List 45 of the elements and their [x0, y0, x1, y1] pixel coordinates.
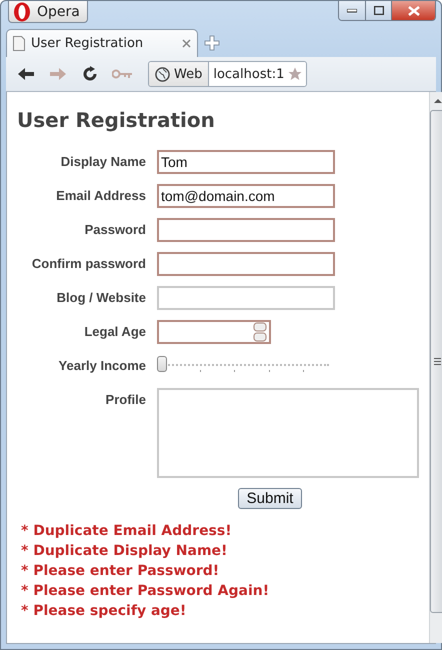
slider-thumb[interactable]	[157, 356, 167, 372]
field-label: Profile	[104, 391, 146, 409]
page-icon	[13, 36, 25, 51]
error-message: * Please enter Password!	[21, 562, 220, 581]
field-label: Password	[84, 221, 146, 239]
browser-tab[interactable]: User Registration	[6, 29, 198, 57]
input-field[interactable]	[157, 218, 335, 242]
field-label: Email Address	[55, 187, 146, 205]
new-tab-plus-icon[interactable]	[204, 35, 220, 51]
opera-menu-button[interactable]: Opera	[8, 1, 88, 23]
field-label: Yearly Income	[58, 357, 146, 375]
close-button[interactable]	[391, 1, 435, 20]
text-area[interactable]	[157, 388, 419, 478]
input-field[interactable]: Tom	[157, 150, 335, 174]
field-label: Legal Age	[83, 323, 146, 341]
error-message: * Please specify age!	[21, 602, 188, 621]
opera-logo-icon	[13, 2, 31, 22]
back-arrow-icon	[18, 68, 34, 80]
input-field[interactable]	[157, 252, 335, 276]
key-icon	[112, 69, 132, 79]
close-icon	[408, 6, 420, 16]
page-title: User Registration	[17, 108, 216, 132]
minimize-button[interactable]	[339, 1, 365, 20]
forward-arrow-icon	[50, 68, 66, 80]
field-label: Confirm password	[30, 255, 146, 273]
error-message: * Duplicate Display Name!	[21, 542, 228, 561]
input-field[interactable]	[157, 286, 335, 310]
field-label: Display Name	[60, 153, 146, 171]
error-message: * Duplicate Email Address!	[21, 522, 233, 541]
maximize-button[interactable]	[365, 1, 391, 20]
submit-button[interactable]: Submit	[238, 488, 302, 509]
field-label: Blog / Website	[56, 289, 146, 307]
scrollbar[interactable]	[429, 92, 442, 643]
scroll-up-icon[interactable]	[434, 98, 442, 104]
number-field[interactable]	[157, 320, 271, 344]
error-message: * Please enter Password Again!	[21, 582, 270, 601]
reload-icon	[82, 66, 98, 82]
spinner-arrows-icon[interactable]	[253, 322, 267, 342]
maximize-icon	[374, 6, 384, 15]
grip-icon	[434, 358, 441, 365]
scroll-thumb[interactable]	[430, 110, 442, 613]
close-icon[interactable]	[182, 39, 191, 48]
input-field[interactable]: tom@domain.com	[157, 184, 335, 208]
minimize-icon	[347, 8, 357, 12]
tab-title: User Registration	[31, 36, 144, 51]
